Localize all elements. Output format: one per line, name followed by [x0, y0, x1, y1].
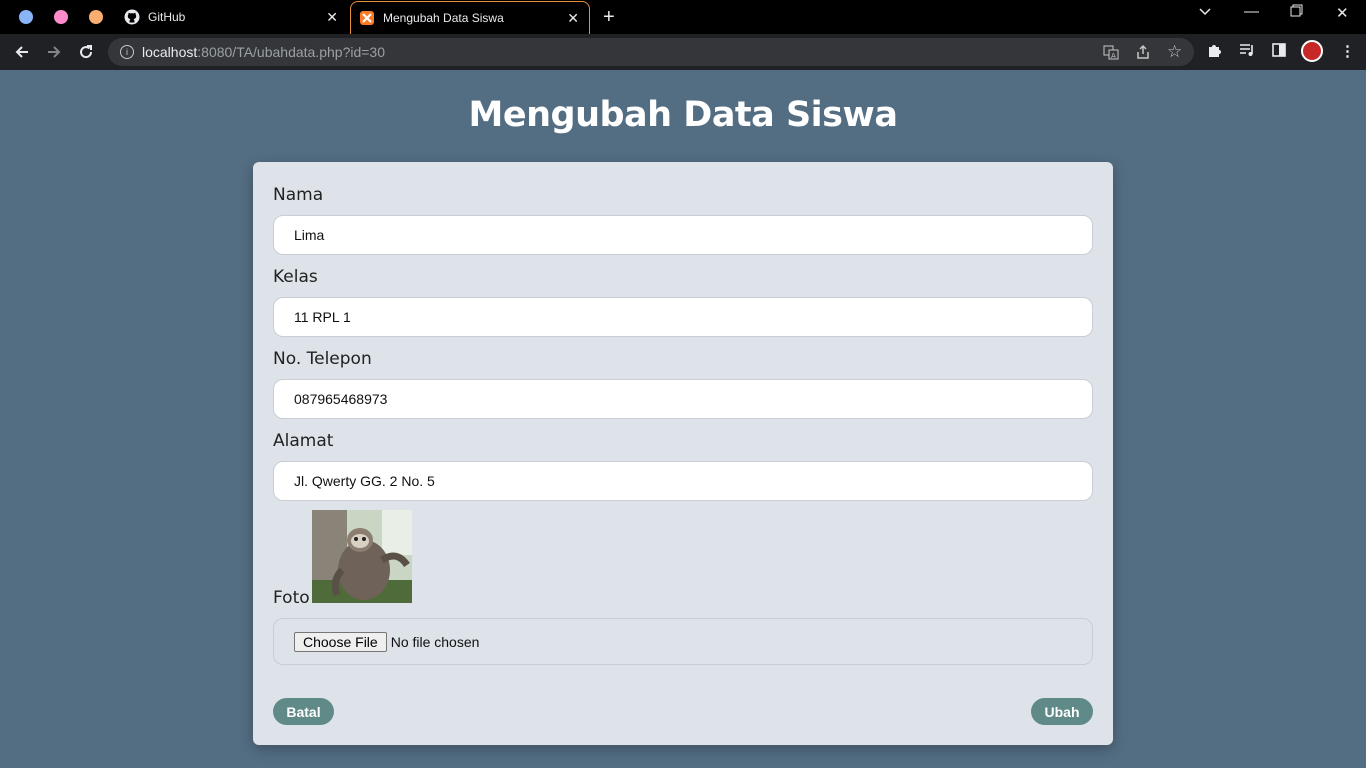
tab-search-chevron-icon[interactable]	[1198, 4, 1212, 22]
student-photo	[312, 510, 412, 603]
ubah-button[interactable]: Ubah	[1031, 698, 1093, 725]
browser-tab-strip: GitHub ✕ Mengubah Data Siswa ✕ + — ✕	[0, 0, 1366, 34]
share-icon[interactable]	[1135, 44, 1151, 63]
telepon-label: No. Telepon	[273, 349, 372, 369]
tab-group-pink-icon[interactable]	[54, 10, 68, 24]
github-icon	[124, 9, 140, 25]
svg-text:A: A	[1111, 52, 1116, 60]
file-status-text: No file chosen	[390, 633, 480, 650]
media-queue-icon[interactable]	[1239, 42, 1255, 62]
tab-title: GitHub	[148, 10, 186, 24]
forward-arrow-icon[interactable]	[43, 41, 65, 63]
profile-avatar[interactable]	[1301, 40, 1323, 62]
menu-kebab-icon[interactable]: ⋮	[1340, 42, 1355, 60]
back-arrow-icon[interactable]	[11, 41, 33, 63]
xampp-icon	[359, 10, 375, 26]
kelas-label: Kelas	[273, 267, 318, 287]
choose-file-button[interactable]: Choose File	[294, 631, 387, 652]
batal-button[interactable]: Batal	[273, 698, 334, 725]
close-tab-icon[interactable]: ✕	[567, 10, 579, 27]
tab-group-orange-icon[interactable]	[89, 10, 103, 24]
close-window-icon[interactable]: ✕	[1336, 4, 1349, 22]
url-host: localhost	[142, 44, 198, 60]
tab-group-blue-icon[interactable]	[19, 10, 33, 24]
alamat-input[interactable]: Jl. Qwerty GG. 2 No. 5	[273, 461, 1093, 501]
reload-icon[interactable]	[75, 41, 97, 63]
minimize-icon[interactable]: —	[1244, 3, 1259, 20]
foto-label: Foto	[273, 588, 310, 608]
url-path: :8080/TA/ubahdata.php?id=30	[197, 44, 386, 60]
alamat-label: Alamat	[273, 431, 334, 451]
file-upload-field: Choose File No file chosen	[273, 618, 1093, 665]
page-title: Mengubah Data Siswa	[468, 95, 898, 135]
restore-icon[interactable]	[1290, 4, 1303, 21]
new-tab-icon[interactable]: +	[603, 6, 615, 29]
nama-label: Nama	[273, 185, 324, 205]
edit-student-form: Nama Lima Kelas 11 RPL 1 No. Telepon 087…	[253, 162, 1113, 745]
side-panel-icon[interactable]	[1271, 42, 1287, 62]
kelas-input[interactable]: 11 RPL 1	[273, 297, 1093, 337]
tab-github[interactable]: GitHub ✕	[116, 0, 348, 34]
site-info-icon[interactable]: i	[120, 45, 134, 59]
tab-title: Mengubah Data Siswa	[383, 11, 504, 25]
extensions-puzzle-icon[interactable]	[1207, 42, 1223, 62]
nama-input[interactable]: Lima	[273, 215, 1093, 255]
browser-toolbar: i localhost:8080/TA/ubahdata.php?id=30 A…	[0, 34, 1366, 70]
bookmark-star-icon[interactable]: ☆	[1167, 42, 1182, 62]
address-bar[interactable]: i localhost:8080/TA/ubahdata.php?id=30 A…	[108, 38, 1194, 66]
tab-mengubah-data-siswa[interactable]: Mengubah Data Siswa ✕	[350, 1, 590, 34]
telepon-input[interactable]: 087965468973	[273, 379, 1093, 419]
close-tab-icon[interactable]: ✕	[326, 9, 338, 26]
translate-icon[interactable]: A	[1103, 44, 1119, 63]
